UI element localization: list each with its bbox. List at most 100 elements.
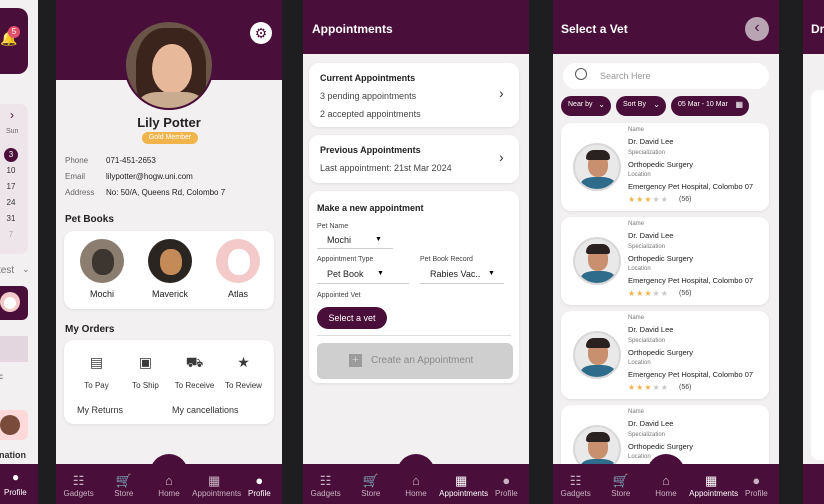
current-appointments-card[interactable]: Current Appointments 3 pending appointme… <box>309 63 519 127</box>
notification-tile[interactable]: 🔔 5 <box>0 8 28 74</box>
box-icon[interactable]: ▣ <box>121 354 170 371</box>
nav-gadgets[interactable]: ☷ Gadgets <box>554 474 598 498</box>
nav-appointments[interactable]: ▦ Appointments <box>689 474 738 498</box>
loc-label: Location <box>628 454 651 460</box>
bottom-nav: ☷ Gadgets 🛒 Store ⌂ Home ▦ Appointments ● Profile <box>56 464 282 504</box>
pet-avatar-maverick[interactable] <box>148 239 192 283</box>
nav-gadgets[interactable]: ☷ Gadgets <box>304 474 348 498</box>
calendar-date[interactable]: 17 <box>4 180 18 194</box>
name-label: Name <box>628 221 645 227</box>
field-label: Phone <box>65 156 89 165</box>
calendar-date[interactable]: 3 <box>4 148 18 162</box>
vet-specialization: Orthopedic Surgery <box>628 254 694 263</box>
back-icon[interactable]: ‹ <box>745 17 769 41</box>
order-to-review[interactable]: To Review <box>219 381 268 390</box>
profile-photo <box>124 20 214 110</box>
gadgets-icon: ☷ <box>319 473 332 488</box>
pet-avatar-mochi[interactable] <box>80 239 124 283</box>
star-icon: ★ <box>628 195 637 204</box>
chevron-right-icon[interactable]: › <box>10 108 14 122</box>
nav-appointments[interactable]: ▦ Appointments <box>439 474 488 498</box>
order-to-receive[interactable]: To Receive <box>170 381 219 390</box>
current-line1: 3 pending appointments <box>320 91 417 101</box>
select-vet-header: Select a Vet ‹ <box>553 0 779 54</box>
pet-books-title: Pet Books <box>65 214 114 225</box>
sort-label[interactable]: test <box>0 265 14 276</box>
vet-card[interactable]: Name Dr. David Lee Specialization Orthop… <box>561 217 769 305</box>
calendar-date[interactable]: 31 <box>4 212 18 226</box>
nav-profile[interactable]: ● Profile <box>484 474 528 498</box>
profile-icon: ● <box>255 473 264 488</box>
filter-chip[interactable]: Sort By ⌄ <box>616 96 666 116</box>
wallet-icon[interactable]: ▤ <box>72 354 121 371</box>
cart-icon: 🛒 <box>612 473 629 488</box>
review-icon[interactable]: ★ <box>219 354 268 371</box>
new-appointment-card: Make a new appointment Pet Name Mochi ▼ … <box>309 191 519 383</box>
divider <box>317 335 511 336</box>
spec-label: Specialization <box>628 150 666 156</box>
select-vet-screen: Select a Vet ‹ Search Here Near by ⌄ Sort … <box>553 0 779 504</box>
vet-location: Emergency Pet Hospital, Colombo 07 <box>628 182 754 191</box>
vet-name: Dr. David Lee <box>628 419 674 428</box>
nav-profile[interactable]: ● Profile <box>237 474 281 498</box>
nav-profile[interactable]: ● Profile <box>734 474 778 498</box>
right-card <box>811 90 824 460</box>
vet-specialization: Orthopedic Surgery <box>628 348 694 357</box>
pet-name[interactable]: Mochi <box>74 289 130 299</box>
previous-appointments-card[interactable]: Previous Appointments Last appointment: … <box>309 135 519 183</box>
search-input[interactable]: Search Here <box>600 71 651 81</box>
vet-card[interactable]: Name Dr. David Lee Specialization Orthop… <box>561 311 769 399</box>
nav-appointments[interactable]: ▦ Appointments <box>192 474 241 498</box>
appointment-type-select[interactable]: Pet Book ▼ <box>317 266 409 284</box>
loc-label: Location <box>628 172 651 178</box>
appointments-title: Appointments <box>312 22 393 36</box>
home-icon: ⌂ <box>662 473 670 488</box>
create-appointment-button[interactable]: + Create an Appointment <box>317 343 513 379</box>
nav-gadgets[interactable]: ☷ Gadgets <box>57 474 101 498</box>
star-icon: ★ <box>652 289 661 298</box>
review-count: (56) <box>679 290 692 297</box>
truck-icon[interactable]: ⛟ <box>170 354 219 373</box>
loc-label: Location <box>628 360 651 366</box>
order-to-ship[interactable]: To Ship <box>121 381 170 390</box>
vet-card[interactable]: Name Dr. David Lee Specialization Orthop… <box>561 123 769 211</box>
my-returns-link[interactable]: My Returns <box>77 405 123 415</box>
field-label: Email <box>65 172 86 181</box>
partial-card[interactable] <box>0 286 28 320</box>
filter-chip[interactable]: 05 Mar - 10 Mar ▦ <box>671 96 749 116</box>
left-nav: ● Profile <box>0 464 38 504</box>
bottom-nav: ☷ Gadgets 🛒 Store ⌂ Home ▦ Appointments ● Profile <box>553 464 779 504</box>
pet-name[interactable]: Atlas <box>210 289 266 299</box>
pet-book-record-select[interactable]: Rabies Vac.. ▼ <box>420 266 504 284</box>
chevron-down-icon: ⌄ <box>598 100 605 109</box>
order-to-pay[interactable]: To Pay <box>72 381 121 390</box>
nav-home[interactable]: ⌂ Home <box>147 474 191 498</box>
partial-card-2[interactable] <box>0 410 28 440</box>
vet-specialization: Orthopedic Surgery <box>628 160 694 169</box>
profile-icon[interactable]: ● <box>12 470 19 484</box>
my-cancellations-link[interactable]: My cancellations <box>172 405 239 415</box>
nav-store[interactable]: 🛒 Store <box>102 474 146 498</box>
nav-profile-label[interactable]: Profile <box>4 488 27 497</box>
select-vet-button[interactable]: Select a vet <box>317 307 387 329</box>
settings-icon[interactable]: ⚙ <box>250 22 272 44</box>
filter-chip[interactable]: Near by ⌄ <box>561 96 611 116</box>
rating-stars: ★★★★★ <box>628 289 669 298</box>
left-partial-screen: 🔔 5 › Sun 3 10 17 24 31 7 test ⌄ c nation ● P… <box>0 0 38 504</box>
nav-home[interactable]: ⌂ Home <box>394 474 438 498</box>
calendar-date[interactable]: 24 <box>4 196 18 210</box>
pet-avatar-atlas[interactable] <box>216 239 260 283</box>
pet-name[interactable]: Maverick <box>142 289 198 299</box>
orders-card: ▤ To Pay ▣ To Ship ⛟ To Receive ★ To Review My … <box>64 340 274 424</box>
nav-home[interactable]: ⌂ Home <box>644 474 688 498</box>
nav-store[interactable]: 🛒 Store <box>349 474 393 498</box>
chevron-down-icon: ⌄ <box>653 100 660 109</box>
nav-store[interactable]: 🛒 Store <box>599 474 643 498</box>
pet-name-select[interactable]: Mochi ▼ <box>317 233 393 249</box>
vet-location: Emergency Pet Hospital, Colombo 07 <box>628 276 754 285</box>
loc-label: Location <box>628 266 651 272</box>
search-bar[interactable]: Search Here <box>563 63 769 89</box>
calendar-date[interactable]: 7 <box>4 228 18 242</box>
calendar-date[interactable]: 10 <box>4 164 18 178</box>
vet-name: Dr. David Lee <box>628 137 674 146</box>
